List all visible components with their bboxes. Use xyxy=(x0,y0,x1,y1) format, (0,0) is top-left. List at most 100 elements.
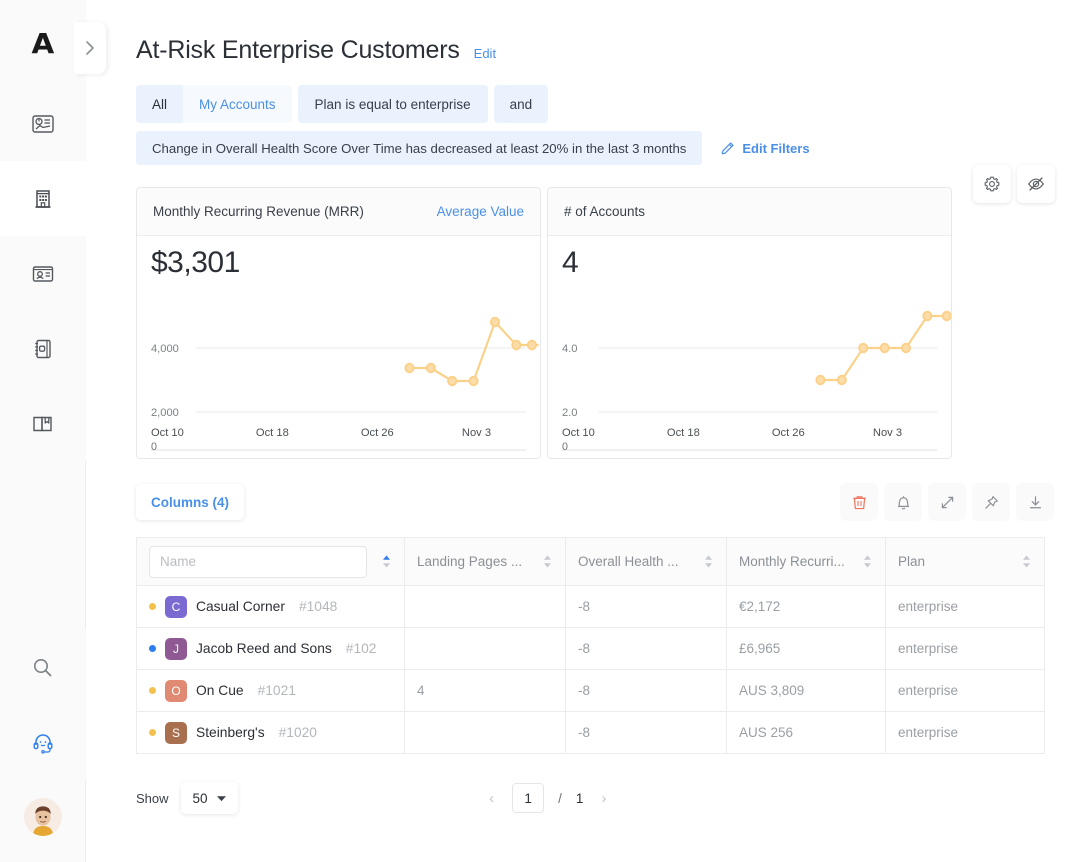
logo-text: A xyxy=(31,26,55,60)
columns-button[interactable]: Columns (4) xyxy=(136,484,245,520)
table-header-plan-label: Plan xyxy=(898,554,926,569)
sidebar-bottom xyxy=(0,630,86,862)
sidebar-item-contacts[interactable] xyxy=(0,236,86,311)
scope-tab-my-accounts[interactable]: My Accounts xyxy=(183,85,292,123)
card-action-average-value[interactable]: Average Value xyxy=(437,204,524,219)
trash-icon xyxy=(852,495,866,509)
accounts-table: Landing Pages ... Overall Health ... xyxy=(136,537,1045,754)
sort-icon-overall-health[interactable] xyxy=(703,554,714,569)
sidebar-item-accounts[interactable] xyxy=(0,161,86,236)
table-row[interactable]: S Steinberg's #1020 -8 AUS 256 enterpris… xyxy=(136,711,1045,754)
app-logo[interactable]: A xyxy=(0,0,86,86)
cell-plan[interactable]: enterprise xyxy=(885,585,1045,628)
cell-mrr[interactable]: €2,172 xyxy=(726,585,886,628)
total-pages: 1 xyxy=(575,790,584,806)
cell-overall-health[interactable]: -8 xyxy=(565,711,727,754)
cell-overall-health[interactable]: -8 xyxy=(565,585,727,628)
table-action-icons xyxy=(840,483,1054,521)
xtick-label-3: Nov 3 xyxy=(873,427,902,439)
pagination: Show 50 ‹ 1 / 1 › xyxy=(86,754,1044,814)
cell-landing-pages[interactable] xyxy=(404,627,566,670)
prev-page-button[interactable]: ‹ xyxy=(485,790,498,807)
pencil-icon xyxy=(722,141,734,154)
contact-card-icon xyxy=(32,265,53,282)
cell-name[interactable]: J Jacob Reed and Sons #102 xyxy=(136,627,405,670)
xtick-label-2: Oct 26 xyxy=(772,427,805,439)
name-filter-input[interactable] xyxy=(149,545,367,578)
table-header-overall-health: Overall Health ... xyxy=(565,537,727,586)
cell-name[interactable]: O On Cue #1021 xyxy=(136,669,405,712)
chevron-down-icon xyxy=(216,795,226,801)
sidebar: A xyxy=(0,0,106,862)
cell-landing-pages[interactable]: 4 xyxy=(404,669,566,712)
sort-icon-landing-pages[interactable] xyxy=(542,554,553,569)
cell-plan[interactable]: enterprise xyxy=(885,711,1045,754)
sort-icon-name[interactable] xyxy=(381,554,392,569)
alert-button[interactable] xyxy=(884,483,922,521)
table-toolbar: Columns (4) xyxy=(86,459,1080,521)
card-title-accounts: # of Accounts xyxy=(564,204,646,219)
sidebar-item-support[interactable] xyxy=(0,705,86,780)
analytics-card-icon xyxy=(31,114,54,133)
table-row[interactable]: C Casual Corner #1048 -8 €2,172 enterpri… xyxy=(136,585,1045,628)
zero-label: 0 xyxy=(562,441,568,453)
card-settings-button[interactable] xyxy=(973,165,1011,203)
cell-landing-pages[interactable] xyxy=(404,711,566,754)
page-separator: / xyxy=(558,790,562,806)
cell-plan[interactable]: enterprise xyxy=(885,627,1045,670)
avatar[interactable] xyxy=(23,798,62,836)
filter-chip-plan[interactable]: Plan is equal to enterprise xyxy=(297,85,488,123)
ytick-label-4: 4.0 xyxy=(562,343,578,355)
table-row[interactable]: J Jacob Reed and Sons #102 -8 £6,965 ent… xyxy=(136,627,1045,670)
filter-chip-conjunction[interactable]: and xyxy=(493,85,549,123)
headset-icon xyxy=(32,733,53,754)
status-dot xyxy=(149,687,156,694)
cell-landing-pages[interactable] xyxy=(404,585,566,628)
search-icon xyxy=(33,658,51,676)
page-size-select[interactable]: 50 xyxy=(180,782,238,814)
card-hide-button[interactable] xyxy=(1017,165,1055,203)
sort-icon-mrr[interactable] xyxy=(862,554,873,569)
cell-mrr[interactable]: AUS 256 xyxy=(726,711,886,754)
sidebar-item-library[interactable] xyxy=(0,386,86,461)
scope-tab-all[interactable]: All xyxy=(136,85,183,123)
current-page-input[interactable]: 1 xyxy=(512,783,545,813)
cell-overall-health[interactable]: -8 xyxy=(565,669,727,712)
edit-filters-button[interactable]: Edit Filters xyxy=(720,140,810,156)
sidebar-collapse-button[interactable] xyxy=(74,22,106,74)
card-header-accounts: # of Accounts xyxy=(548,188,951,236)
pin-icon xyxy=(984,495,998,509)
account-id: #1020 xyxy=(278,725,317,740)
cell-mrr[interactable]: AUS 3,809 xyxy=(726,669,886,712)
status-dot xyxy=(149,645,156,652)
card-header-mrr: Monthly Recurring Revenue (MRR) Average … xyxy=(137,188,540,236)
xtick-label-0: Oct 10 xyxy=(562,427,595,439)
expand-button[interactable] xyxy=(928,483,966,521)
card-value-mrr: $3,301 xyxy=(151,246,240,279)
edit-filters-label: Edit Filters xyxy=(742,140,810,156)
next-page-button[interactable]: › xyxy=(597,790,610,807)
sort-icon-plan[interactable] xyxy=(1021,554,1032,569)
download-button[interactable] xyxy=(1016,483,1054,521)
expand-icon xyxy=(941,496,953,508)
pin-button[interactable] xyxy=(972,483,1010,521)
edit-title-link[interactable]: Edit xyxy=(474,46,496,61)
account-tile: O xyxy=(165,679,187,702)
cell-mrr[interactable]: £6,965 xyxy=(726,627,886,670)
sidebar-item-search[interactable] xyxy=(0,630,86,705)
table-row[interactable]: O On Cue #1021 4 -8 AUS 3,809 enterprise xyxy=(136,669,1045,712)
account-name: Jacob Reed and Sons xyxy=(196,641,332,656)
sidebar-item-notebook[interactable] xyxy=(0,311,86,386)
delete-button[interactable] xyxy=(840,483,878,521)
cell-name[interactable]: C Casual Corner #1048 xyxy=(136,585,405,628)
account-tile: S xyxy=(165,721,187,744)
cell-overall-health[interactable]: -8 xyxy=(565,627,727,670)
table-body: C Casual Corner #1048 -8 €2,172 enterpri… xyxy=(136,585,1045,754)
cell-name[interactable]: S Steinberg's #1020 xyxy=(136,711,405,754)
sidebar-item-dashboard[interactable] xyxy=(0,86,86,161)
account-name: Steinberg's xyxy=(196,725,265,740)
filter-description-row: Change in Overall Health Score Over Time… xyxy=(86,123,1080,165)
cell-plan[interactable]: enterprise xyxy=(885,669,1045,712)
zero-label: 0 xyxy=(151,441,157,453)
account-id: #1021 xyxy=(257,683,296,698)
